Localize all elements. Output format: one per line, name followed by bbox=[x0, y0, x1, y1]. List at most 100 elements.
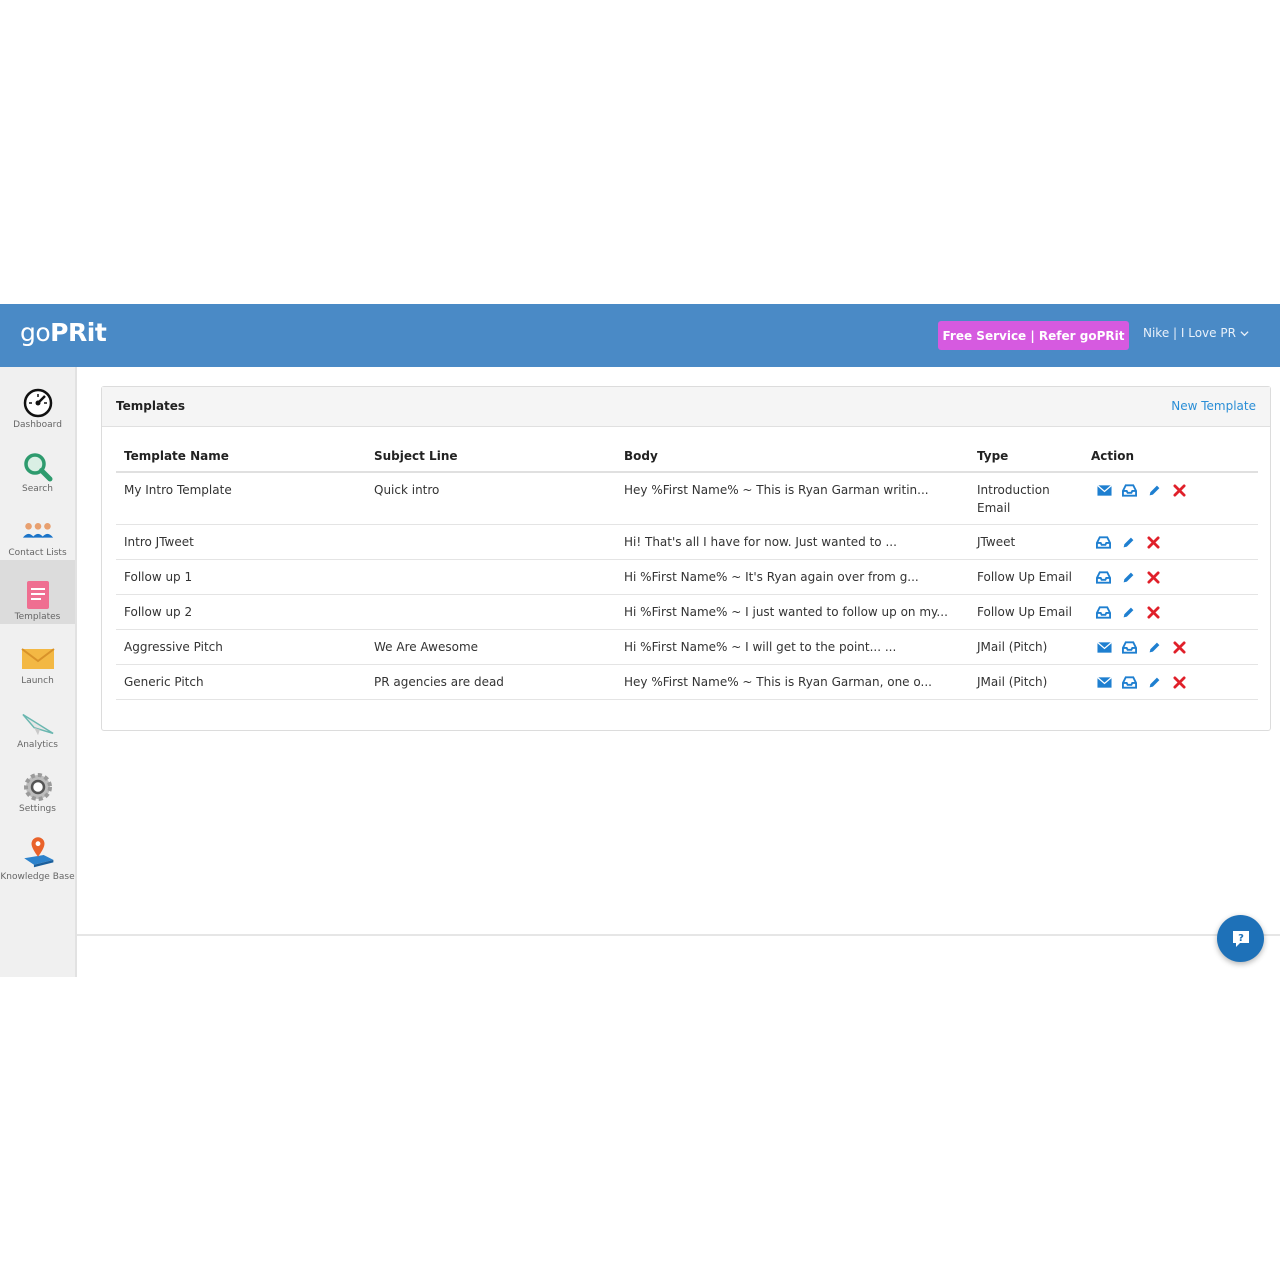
body-cell: Hey %First Name% ~ This is Ryan Garman, … bbox=[624, 675, 932, 689]
inbox-icon[interactable] bbox=[1121, 640, 1137, 654]
header-type[interactable]: Type bbox=[977, 447, 1082, 465]
app-window: goPRit Free Service | Refer goPRit Nike … bbox=[0, 304, 1280, 977]
user-menu[interactable]: Nike | I Love PR bbox=[1143, 326, 1249, 340]
sidebar-item-label: Search bbox=[22, 484, 53, 494]
sidebar: Dashboard Search Contact Lists Templates… bbox=[0, 367, 77, 977]
panel-title: Templates bbox=[116, 399, 186, 413]
chat-bubble-icon: ? bbox=[1232, 930, 1249, 947]
type-cell: Follow Up Email bbox=[977, 570, 1072, 584]
template-name-cell: Follow up 1 bbox=[124, 570, 193, 584]
sidebar-item-analytics[interactable]: Analytics bbox=[0, 702, 75, 766]
delete-icon[interactable] bbox=[1145, 605, 1161, 619]
sidebar-item-label: Settings bbox=[19, 804, 56, 814]
template-name-cell: Intro JTweet bbox=[124, 535, 194, 549]
body-cell: Hi %First Name% ~ I will get to the poin… bbox=[624, 640, 897, 654]
sidebar-item-label: Knowledge Base bbox=[0, 872, 75, 882]
template-name-cell: Generic Pitch bbox=[124, 675, 204, 689]
document-icon bbox=[21, 578, 55, 612]
pencil-icon[interactable] bbox=[1120, 605, 1136, 619]
row-actions bbox=[1096, 483, 1187, 497]
footer-divider bbox=[77, 934, 1280, 936]
row-actions bbox=[1095, 570, 1161, 584]
pencil-icon[interactable] bbox=[1146, 640, 1162, 654]
table-row: Follow up 2 Hi %First Name% ~ I just want… bbox=[116, 595, 1258, 630]
subject-line-cell: PR agencies are dead bbox=[374, 675, 504, 689]
type-cell: Follow Up Email bbox=[977, 605, 1072, 619]
table-body: My Intro Template Quick intro Hey %First N… bbox=[116, 473, 1258, 700]
header-subject-line[interactable]: Subject Line bbox=[374, 447, 458, 465]
templates-panel: Templates New Template Template Name Sub… bbox=[101, 386, 1271, 731]
row-actions bbox=[1095, 535, 1161, 549]
delete-icon[interactable] bbox=[1171, 675, 1187, 689]
sidebar-item-dashboard[interactable]: Dashboard bbox=[0, 382, 75, 446]
new-template-link[interactable]: New Template bbox=[1171, 399, 1256, 413]
header-template-name[interactable]: Template Name bbox=[124, 447, 229, 465]
gopr-logo[interactable]: goPRit bbox=[20, 318, 107, 347]
pencil-icon[interactable] bbox=[1120, 535, 1136, 549]
row-actions bbox=[1096, 675, 1187, 689]
pencil-icon[interactable] bbox=[1146, 675, 1162, 689]
user-menu-label: Nike | I Love PR bbox=[1143, 326, 1236, 340]
inbox-icon[interactable] bbox=[1095, 535, 1111, 549]
table-header-row: Template Name Subject Line Body Type Act… bbox=[116, 439, 1258, 473]
type-cell: JMail (Pitch) bbox=[977, 640, 1048, 654]
chevron-down-icon bbox=[1240, 330, 1249, 336]
top-bar: goPRit Free Service | Refer goPRit Nike … bbox=[0, 304, 1280, 367]
subject-line-cell: Quick intro bbox=[374, 483, 440, 497]
table-row: Aggressive Pitch We Are Awesome Hi %First … bbox=[116, 630, 1258, 665]
email-icon[interactable] bbox=[1096, 483, 1112, 497]
sidebar-item-label: Contact Lists bbox=[8, 548, 67, 558]
delete-icon[interactable] bbox=[1145, 570, 1161, 584]
template-name-cell: Follow up 2 bbox=[124, 605, 193, 619]
refer-button[interactable]: Free Service | Refer goPRit bbox=[938, 321, 1129, 350]
delete-icon[interactable] bbox=[1145, 535, 1161, 549]
sidebar-item-search[interactable]: Search bbox=[0, 446, 75, 510]
people-icon bbox=[21, 514, 55, 548]
sidebar-item-label: Launch bbox=[21, 676, 54, 686]
row-actions bbox=[1095, 605, 1161, 619]
sidebar-item-knowledge-base[interactable]: Knowledge Base bbox=[0, 826, 75, 898]
subject-line-cell: We Are Awesome bbox=[374, 640, 479, 654]
body-cell: Hi %First Name% ~ I just wanted to follo… bbox=[624, 605, 948, 619]
pencil-icon[interactable] bbox=[1120, 570, 1136, 584]
magnifier-icon bbox=[21, 450, 55, 484]
body-cell: Hey %First Name% ~ This is Ryan Garman w… bbox=[624, 483, 929, 497]
sidebar-item-label: Dashboard bbox=[13, 420, 62, 430]
gear-icon bbox=[21, 770, 55, 804]
sidebar-item-label: Templates bbox=[14, 612, 61, 622]
sidebar-item-templates[interactable]: Templates bbox=[0, 560, 75, 624]
type-cell: Introduction Email bbox=[977, 483, 1050, 515]
templates-table: Template Name Subject Line Body Type Act… bbox=[116, 439, 1258, 700]
template-name-cell: My Intro Template bbox=[124, 483, 232, 497]
chat-button[interactable]: ? bbox=[1217, 915, 1264, 962]
body-cell: Hi %First Name% ~ It's Ryan again over f… bbox=[624, 570, 919, 584]
inbox-icon[interactable] bbox=[1121, 483, 1137, 497]
email-icon[interactable] bbox=[1096, 640, 1112, 654]
inbox-icon[interactable] bbox=[1095, 570, 1111, 584]
speedometer-icon bbox=[21, 386, 55, 420]
svg-text:?: ? bbox=[1238, 933, 1244, 944]
body-cell: Hi! That's all I have for now. Just want… bbox=[624, 535, 897, 549]
header-action: Action bbox=[1091, 449, 1135, 463]
header-body[interactable]: Body bbox=[624, 447, 658, 465]
envelope-icon bbox=[20, 642, 55, 676]
panel-header: Templates New Template bbox=[102, 387, 1270, 427]
row-actions bbox=[1096, 640, 1187, 654]
pencil-icon[interactable] bbox=[1146, 483, 1162, 497]
inbox-icon[interactable] bbox=[1095, 605, 1111, 619]
sidebar-item-settings[interactable]: Settings bbox=[0, 766, 75, 830]
template-name-cell: Aggressive Pitch bbox=[124, 640, 223, 654]
table-row: Follow up 1 Hi %First Name% ~ It's Ryan a… bbox=[116, 560, 1258, 595]
delete-icon[interactable] bbox=[1171, 640, 1187, 654]
paper-plane-icon bbox=[21, 706, 55, 740]
type-cell: JMail (Pitch) bbox=[977, 675, 1048, 689]
delete-icon[interactable] bbox=[1171, 483, 1187, 497]
sidebar-item-launch[interactable]: Launch bbox=[0, 638, 75, 702]
inbox-icon[interactable] bbox=[1121, 675, 1137, 689]
table-row: Intro JTweet Hi! That's all I have for no… bbox=[116, 525, 1258, 560]
email-icon[interactable] bbox=[1096, 675, 1112, 689]
map-pin-book-icon bbox=[21, 830, 55, 872]
table-row: Generic Pitch PR agencies are dead Hey %Fi… bbox=[116, 665, 1258, 700]
type-cell: JTweet bbox=[977, 535, 1016, 549]
table-row: My Intro Template Quick intro Hey %First N… bbox=[116, 473, 1258, 525]
